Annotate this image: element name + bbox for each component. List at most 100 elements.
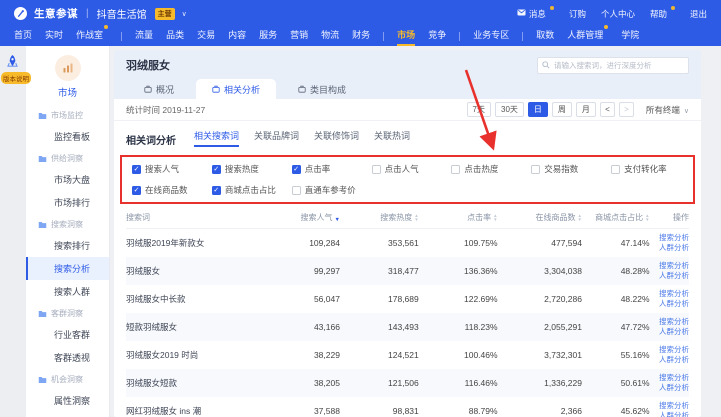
search-input[interactable] bbox=[537, 57, 689, 74]
metric-checkbox[interactable]: 点击热度 bbox=[451, 163, 531, 175]
date-range-button[interactable]: 日 bbox=[528, 102, 548, 117]
action-link[interactable]: 搜索分析 bbox=[650, 289, 689, 299]
sort-icon[interactable]: ▲▼ bbox=[578, 214, 582, 222]
metric-checkbox[interactable]: 支付转化率 bbox=[611, 163, 691, 175]
column-header[interactable]: 搜索人气▲▼ bbox=[267, 208, 340, 229]
word-tab[interactable]: 相关搜索词 bbox=[194, 129, 239, 147]
header-menu-item[interactable]: 订购 bbox=[569, 8, 586, 20]
metric-checkbox[interactable]: ✓点击率 bbox=[292, 163, 372, 175]
sort-icon[interactable]: ▲▼ bbox=[414, 214, 418, 222]
sidebar-group-label[interactable]: 客群洞察 bbox=[26, 303, 109, 323]
sidebar-module[interactable]: 市场 bbox=[26, 46, 109, 105]
sidebar-item[interactable]: 监控看板 bbox=[26, 125, 109, 148]
checkbox-unchecked-icon[interactable] bbox=[451, 165, 460, 174]
checkbox-checked-icon[interactable]: ✓ bbox=[212, 186, 221, 195]
metric-checkbox[interactable]: 直通车参考价 bbox=[292, 184, 372, 196]
metric-checkbox[interactable]: ✓商城点击占比 bbox=[212, 184, 292, 196]
metric-checkbox[interactable]: 点击人气 bbox=[372, 163, 452, 175]
version-badge[interactable]: 版本说明 bbox=[1, 72, 31, 84]
metric-checkbox[interactable]: ✓在线商品数 bbox=[132, 184, 212, 196]
action-link[interactable]: 搜索分析 bbox=[650, 373, 689, 383]
tab[interactable]: 概况 bbox=[128, 79, 190, 99]
sidebar-item[interactable]: 搜索人群 bbox=[26, 280, 109, 303]
sidebar-group-label[interactable]: 搜索洞察 bbox=[26, 214, 109, 234]
sidebar-item[interactable]: 搜索排行 bbox=[26, 234, 109, 257]
checkbox-checked-icon[interactable]: ✓ bbox=[212, 165, 221, 174]
checkbox-checked-icon[interactable]: ✓ bbox=[132, 165, 141, 174]
sort-icon[interactable]: ▲▼ bbox=[334, 214, 339, 222]
nav-item[interactable]: 学院 bbox=[621, 27, 639, 46]
nav-item[interactable]: 品类 bbox=[166, 27, 184, 46]
sidebar-item[interactable]: 产品洞察 bbox=[26, 412, 109, 417]
nav-item[interactable]: 交易 bbox=[197, 27, 215, 46]
tab[interactable]: 相关分析 bbox=[196, 79, 276, 99]
sort-icon[interactable]: ▲▼ bbox=[645, 214, 649, 222]
prev-button[interactable]: < bbox=[600, 102, 615, 117]
nav-item[interactable]: 营销 bbox=[290, 27, 308, 46]
metric-checkbox[interactable]: ✓搜索热度 bbox=[212, 163, 292, 175]
action-link[interactable]: 搜索分析 bbox=[650, 401, 689, 411]
checkbox-checked-icon[interactable]: ✓ bbox=[132, 186, 141, 195]
nav-item[interactable]: 业务专区 bbox=[473, 27, 509, 46]
nav-item[interactable]: 取数 bbox=[536, 27, 554, 46]
chevron-down-icon[interactable]: ∨ bbox=[182, 10, 187, 18]
column-header[interactable]: 在线商品数▲▼ bbox=[498, 208, 582, 229]
sidebar-item[interactable]: 客群透视 bbox=[26, 346, 109, 369]
header-menu-item[interactable]: 个人中心 bbox=[601, 8, 635, 20]
sidebar-group-label[interactable]: 机会洞察 bbox=[26, 369, 109, 389]
date-range-button[interactable]: 7天 bbox=[467, 102, 491, 117]
next-button[interactable]: > bbox=[619, 102, 634, 117]
action-link[interactable]: 人群分析 bbox=[650, 271, 689, 281]
nav-item[interactable]: 实时 bbox=[45, 27, 63, 46]
action-link[interactable]: 人群分析 bbox=[650, 411, 689, 417]
action-link[interactable]: 人群分析 bbox=[650, 355, 689, 365]
action-link[interactable]: 人群分析 bbox=[650, 383, 689, 393]
action-link[interactable]: 搜索分析 bbox=[650, 233, 689, 243]
nav-item[interactable]: 市场 bbox=[397, 27, 415, 46]
tab[interactable]: 类目构成 bbox=[282, 79, 362, 99]
nav-item[interactable]: 人群管理 bbox=[567, 27, 608, 46]
sidebar-group-label[interactable]: 市场监控 bbox=[26, 105, 109, 125]
word-tab[interactable]: 关联热词 bbox=[374, 129, 410, 147]
sidebar-item[interactable]: 市场大盘 bbox=[26, 168, 109, 191]
nav-item[interactable]: 作战室 bbox=[76, 27, 108, 46]
nav-item[interactable]: 内容 bbox=[228, 27, 246, 46]
terminal-dropdown[interactable]: 所有终端 ∨ bbox=[646, 104, 689, 116]
checkbox-unchecked-icon[interactable] bbox=[611, 165, 620, 174]
nav-item[interactable]: 物流 bbox=[321, 27, 339, 46]
date-range-button[interactable]: 30天 bbox=[495, 102, 524, 117]
action-link[interactable]: 搜索分析 bbox=[650, 261, 689, 271]
header-menu-item[interactable]: 消息 bbox=[517, 8, 554, 20]
action-link[interactable]: 搜索分析 bbox=[650, 317, 689, 327]
action-link[interactable]: 人群分析 bbox=[650, 243, 689, 253]
checkbox-checked-icon[interactable]: ✓ bbox=[292, 165, 301, 174]
sort-icon[interactable]: ▲▼ bbox=[493, 214, 497, 222]
sidebar-item[interactable]: 市场排行 bbox=[26, 191, 109, 214]
column-header[interactable]: 商城点击占比▲▼ bbox=[582, 208, 650, 229]
rocket-icon[interactable] bbox=[5, 54, 20, 71]
nav-item[interactable]: 服务 bbox=[259, 27, 277, 46]
metric-checkbox[interactable]: 交易指数 bbox=[531, 163, 611, 175]
action-link[interactable]: 人群分析 bbox=[650, 299, 689, 309]
sidebar-group-label[interactable]: 供给洞察 bbox=[26, 148, 109, 168]
word-tab[interactable]: 关联品牌词 bbox=[254, 129, 299, 147]
date-range-button[interactable]: 周 bbox=[552, 102, 572, 117]
column-header[interactable]: 点击率▲▼ bbox=[419, 208, 498, 229]
sidebar-item[interactable]: 搜索分析 bbox=[26, 257, 109, 280]
nav-item[interactable]: 竞争 bbox=[428, 27, 446, 46]
word-tab[interactable]: 关联修饰词 bbox=[314, 129, 359, 147]
metric-checkbox[interactable]: ✓搜索人气 bbox=[132, 163, 212, 175]
nav-item[interactable]: 流量 bbox=[135, 27, 153, 46]
sidebar-item[interactable]: 行业客群 bbox=[26, 323, 109, 346]
header-menu-item[interactable]: 帮助 bbox=[650, 8, 675, 20]
column-header[interactable]: 搜索热度▲▼ bbox=[340, 208, 419, 229]
header-menu-item[interactable]: 退出 bbox=[690, 8, 707, 20]
action-link[interactable]: 人群分析 bbox=[650, 327, 689, 337]
sidebar-item[interactable]: 属性洞察 bbox=[26, 389, 109, 412]
date-range-button[interactable]: 月 bbox=[576, 102, 596, 117]
nav-item[interactable]: 财务 bbox=[352, 27, 370, 46]
checkbox-unchecked-icon[interactable] bbox=[292, 186, 301, 195]
nav-item[interactable]: 首页 bbox=[14, 27, 32, 46]
checkbox-unchecked-icon[interactable] bbox=[531, 165, 540, 174]
action-link[interactable]: 搜索分析 bbox=[650, 345, 689, 355]
